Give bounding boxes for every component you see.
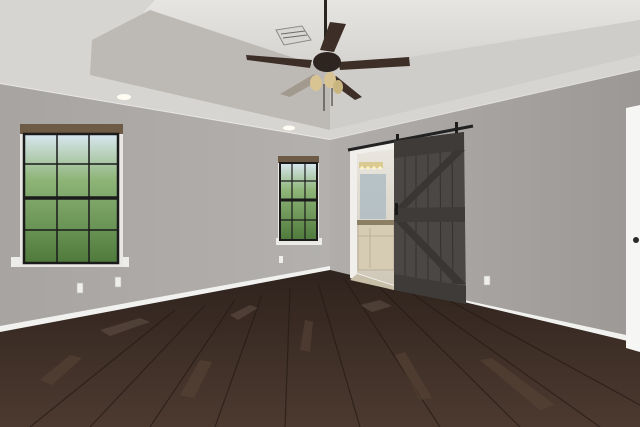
wall-outlet [483, 275, 491, 286]
bathroom-doorway [350, 142, 395, 290]
bathroom-vanity [357, 223, 395, 271]
door-knob [633, 237, 639, 243]
wall-outlet [114, 276, 122, 288]
window-center [276, 156, 322, 245]
wall-outlet [279, 256, 283, 263]
room-photo [0, 0, 640, 427]
recessed-light-left [117, 94, 131, 100]
wall-outlet [76, 282, 84, 294]
window-left [11, 124, 129, 267]
door-frame-right [626, 105, 640, 352]
barn-door [394, 132, 466, 304]
recessed-light-right [283, 125, 295, 131]
